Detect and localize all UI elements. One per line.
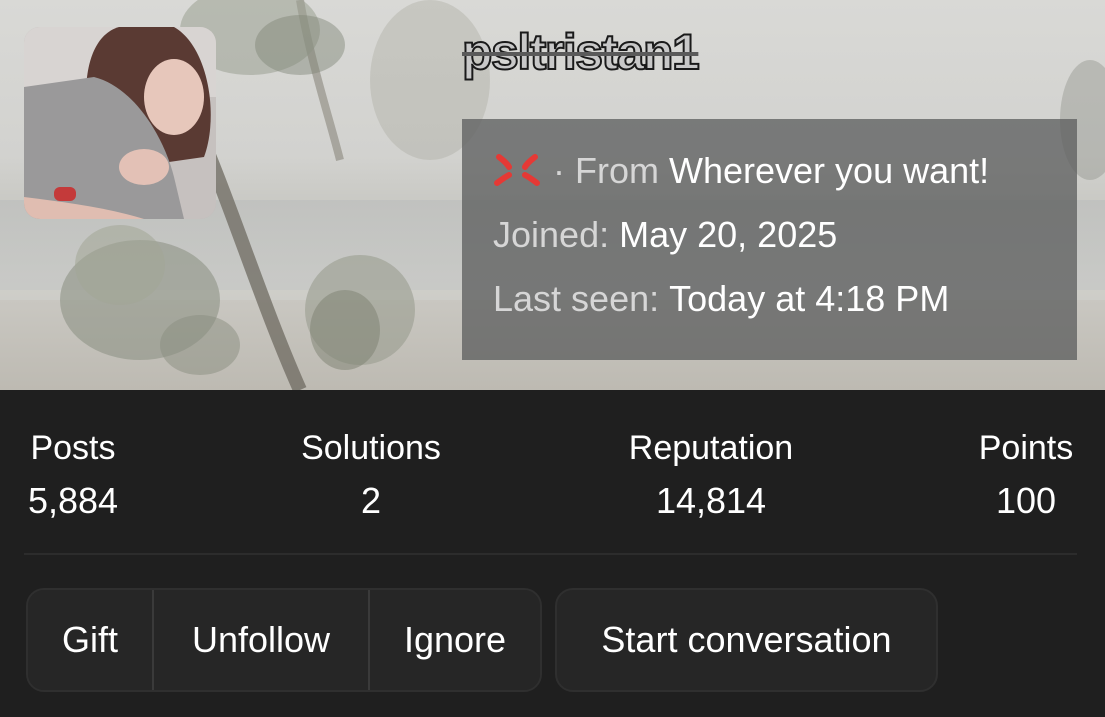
- avatar-photo-image: [24, 27, 216, 219]
- ignore-button[interactable]: Ignore: [368, 590, 540, 690]
- user-avatar[interactable]: [24, 27, 216, 219]
- joined-line: Joined: May 20, 2025: [493, 217, 1077, 253]
- last-seen-label: Last seen:: [493, 278, 660, 319]
- stat-label: Reputation: [628, 429, 794, 467]
- gift-button[interactable]: Gift: [28, 590, 152, 690]
- stat-label: Posts: [30, 429, 116, 467]
- stat-value: 100: [995, 480, 1057, 521]
- stat-reputation[interactable]: Reputation 14,814: [611, 430, 811, 521]
- stat-label: Solutions: [301, 429, 441, 467]
- location-line: · From Wherever you want!: [493, 153, 1077, 189]
- unfollow-button[interactable]: Unfollow: [152, 590, 368, 690]
- start-conversation-button[interactable]: Start conversation: [555, 588, 938, 692]
- stats-divider: [24, 553, 1077, 555]
- profile-username: psltristan1: [461, 23, 701, 81]
- profile-card: psltristan1 · From Wherever you want! Jo…: [0, 0, 1105, 717]
- stat-solutions[interactable]: Solutions 2: [286, 430, 456, 521]
- joined-value: May 20, 2025: [619, 214, 838, 255]
- profile-stats: Posts 5,884 Solutions 2 Reputation 14,81…: [0, 390, 1105, 555]
- stat-label: Points: [978, 429, 1074, 467]
- stat-posts[interactable]: Posts 5,884: [24, 430, 122, 521]
- profile-action-group: Gift Unfollow Ignore: [26, 588, 542, 692]
- location-prefix: · From: [553, 150, 659, 191]
- joined-label: Joined:: [493, 214, 610, 255]
- stat-points[interactable]: Points 100: [966, 430, 1086, 521]
- last-seen-line: Last seen: Today at 4:18 PM: [493, 281, 1077, 317]
- anger-symbol-icon: [493, 153, 541, 189]
- stat-value: 2: [360, 480, 382, 521]
- profile-info-box: · From Wherever you want! Joined: May 20…: [462, 119, 1077, 360]
- location-value: Wherever you want!: [669, 150, 990, 191]
- last-seen-value: Today at 4:18 PM: [669, 278, 950, 319]
- stat-value: 5,884: [27, 480, 119, 521]
- stat-value: 14,814: [655, 480, 767, 521]
